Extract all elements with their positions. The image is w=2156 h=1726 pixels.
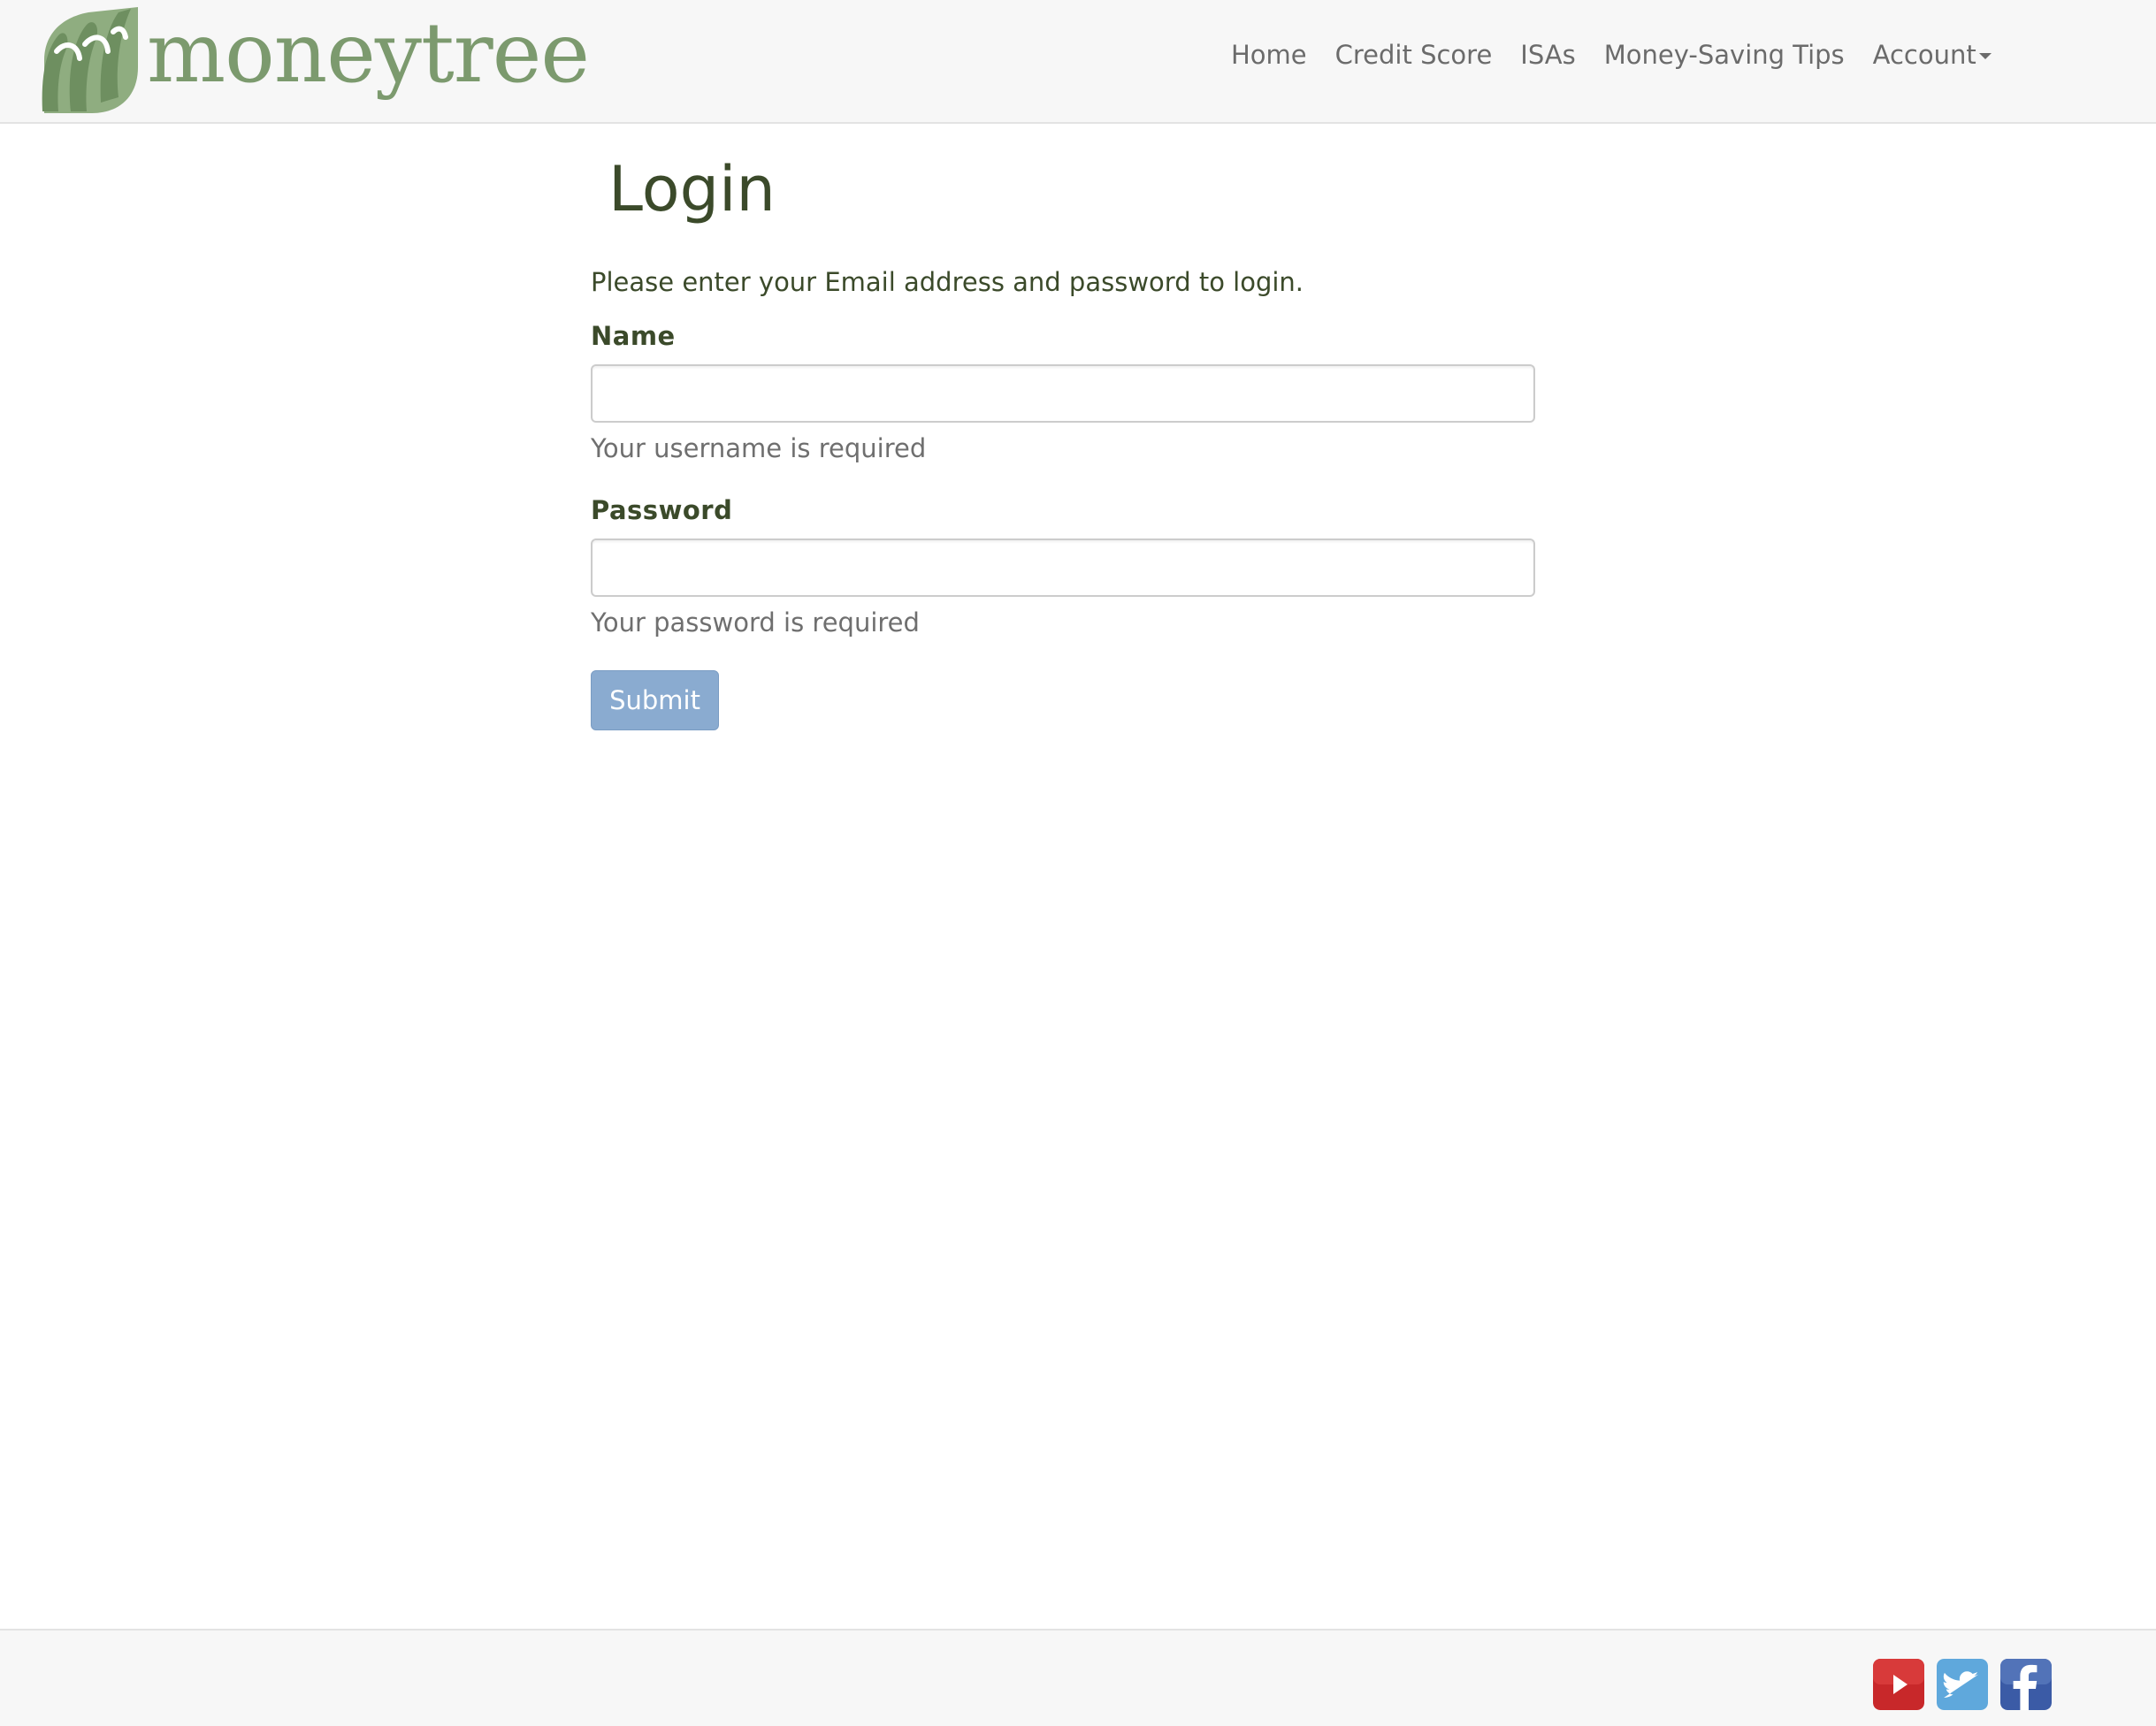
main-nav: Home Credit Score ISAs Money-Saving Tips… (1231, 0, 1992, 110)
login-instructions: Please enter your Email address and pass… (591, 267, 1304, 297)
nav-account-dropdown[interactable]: Account (1873, 40, 1992, 70)
name-input[interactable] (591, 364, 1535, 423)
twitter-icon (1937, 1659, 1988, 1710)
password-help-text: Your password is required (591, 607, 920, 638)
page-title: Login (608, 153, 776, 225)
caret-down-icon (1978, 52, 1992, 59)
nav-isas[interactable]: ISAs (1520, 40, 1575, 70)
facebook-icon (2000, 1659, 2052, 1710)
nav-money-saving-tips[interactable]: Money-Saving Tips (1604, 40, 1845, 70)
facebook-link[interactable] (2000, 1659, 2052, 1710)
brand-name: moneytree (147, 5, 590, 102)
name-label: Name (591, 321, 676, 351)
youtube-link[interactable] (1873, 1659, 1924, 1710)
nav-credit-score[interactable]: Credit Score (1335, 40, 1493, 70)
twitter-link[interactable] (1937, 1659, 1988, 1710)
youtube-icon (1873, 1659, 1924, 1710)
nav-account-label: Account (1872, 40, 1976, 70)
moneytree-leaf-logo-icon (42, 7, 138, 113)
name-help-text: Your username is required (591, 433, 927, 463)
submit-button[interactable]: Submit (591, 670, 719, 730)
nav-home[interactable]: Home (1231, 40, 1307, 70)
password-label: Password (591, 495, 733, 525)
brand-link[interactable]: moneytree (39, 4, 590, 115)
navbar: moneytree Home Credit Score ISAs Money-S… (0, 0, 2156, 124)
footer (0, 1629, 2156, 1726)
password-input[interactable] (591, 538, 1535, 597)
